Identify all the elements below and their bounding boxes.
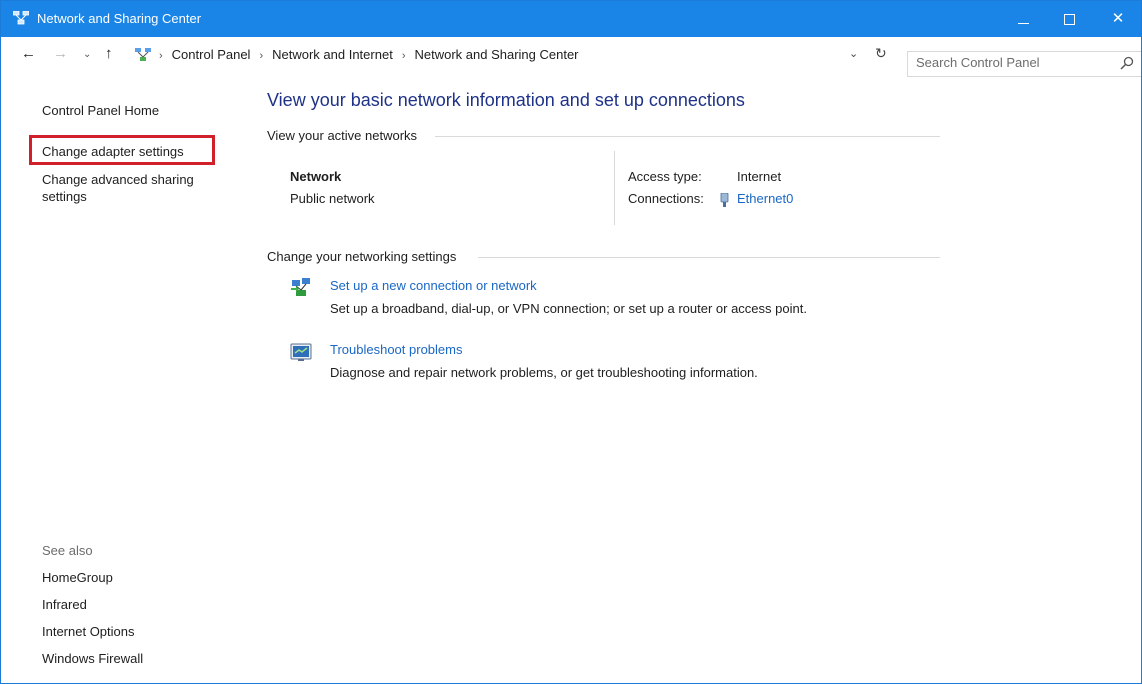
setup-new-connection-link[interactable]: Set up a new connection or network: [330, 278, 537, 293]
control-panel-home-link[interactable]: Control Panel Home: [42, 102, 159, 119]
up-button[interactable]: ↑: [105, 45, 113, 62]
network-sharing-center-window: Network and Sharing Center ✕ ← → ⌄ ↑ › Co…: [0, 0, 1142, 684]
see-also-infrared-link[interactable]: Infrared: [42, 597, 87, 612]
recent-locations-button[interactable]: ⌄: [83, 49, 91, 60]
close-button[interactable]: ✕: [1095, 1, 1141, 37]
breadcrumb-separator: ›: [159, 50, 163, 62]
breadcrumb-separator[interactable]: ›: [259, 50, 263, 62]
maximize-icon: [1064, 14, 1075, 25]
change-advanced-sharing-link[interactable]: Change advanced sharing settings: [42, 171, 222, 205]
left-pane: Control Panel Home Change adapter settin…: [1, 73, 241, 683]
new-connection-icon: [291, 278, 310, 296]
breadcrumb-network-internet[interactable]: Network and Internet: [272, 47, 393, 62]
minimize-icon: [1018, 23, 1029, 24]
network-category-link[interactable]: Public network: [290, 191, 375, 206]
section-divider: [478, 257, 940, 258]
forward-button[interactable]: →: [53, 45, 68, 62]
refresh-button[interactable]: ↻: [875, 45, 887, 62]
control-panel-icon: [135, 48, 151, 61]
breadcrumb-control-panel[interactable]: Control Panel: [172, 47, 251, 62]
connections-label: Connections:: [628, 191, 704, 206]
ethernet0-link[interactable]: Ethernet0: [737, 191, 793, 206]
access-type-value: Internet: [737, 169, 782, 184]
title-bar[interactable]: Network and Sharing Center ✕: [1, 1, 1141, 37]
window-title: Network and Sharing Center: [37, 11, 202, 26]
section-divider: [435, 136, 940, 137]
minimize-button[interactable]: [1001, 1, 1047, 37]
breadcrumb-separator[interactable]: ›: [402, 50, 406, 62]
change-adapter-settings-link[interactable]: Change adapter settings: [42, 143, 184, 160]
network-name: Network: [290, 169, 342, 184]
access-type-label: Access type:: [628, 169, 702, 184]
troubleshoot-icon: [290, 343, 312, 361]
setup-new-connection-description: Set up a broadband, dial-up, or VPN conn…: [330, 301, 807, 316]
ethernet-icon: [720, 193, 729, 207]
see-also-internet-options-link[interactable]: Internet Options: [42, 624, 135, 639]
search-icon[interactable]: [1120, 56, 1134, 70]
networking-settings-heading: Change your networking settings: [267, 249, 457, 264]
see-also-heading: See also: [42, 543, 93, 558]
active-networks-heading: View your active networks: [267, 128, 418, 143]
close-icon: ✕: [1111, 10, 1125, 27]
breadcrumb[interactable]: › Control Panel › Network and Internet › Netw…: [129, 43, 897, 67]
page-title: View your basic network information and …: [267, 90, 745, 110]
maximize-button[interactable]: [1047, 1, 1093, 37]
main-content: View your basic network information and …: [267, 73, 947, 473]
back-button[interactable]: ←: [21, 45, 36, 62]
see-also-windows-firewall-link[interactable]: Windows Firewall: [42, 651, 143, 666]
network-app-icon: [13, 11, 29, 25]
troubleshoot-problems-link[interactable]: Troubleshoot problems: [330, 342, 462, 357]
address-dropdown-button[interactable]: ⌄: [849, 47, 858, 60]
troubleshoot-problems-description: Diagnose and repair network problems, or…: [330, 365, 758, 380]
breadcrumb-network-sharing-center[interactable]: Network and Sharing Center: [414, 47, 578, 62]
see-also-homegroup-link[interactable]: HomeGroup: [42, 570, 113, 585]
vertical-divider: [614, 151, 615, 225]
search-input[interactable]: [916, 55, 1106, 70]
